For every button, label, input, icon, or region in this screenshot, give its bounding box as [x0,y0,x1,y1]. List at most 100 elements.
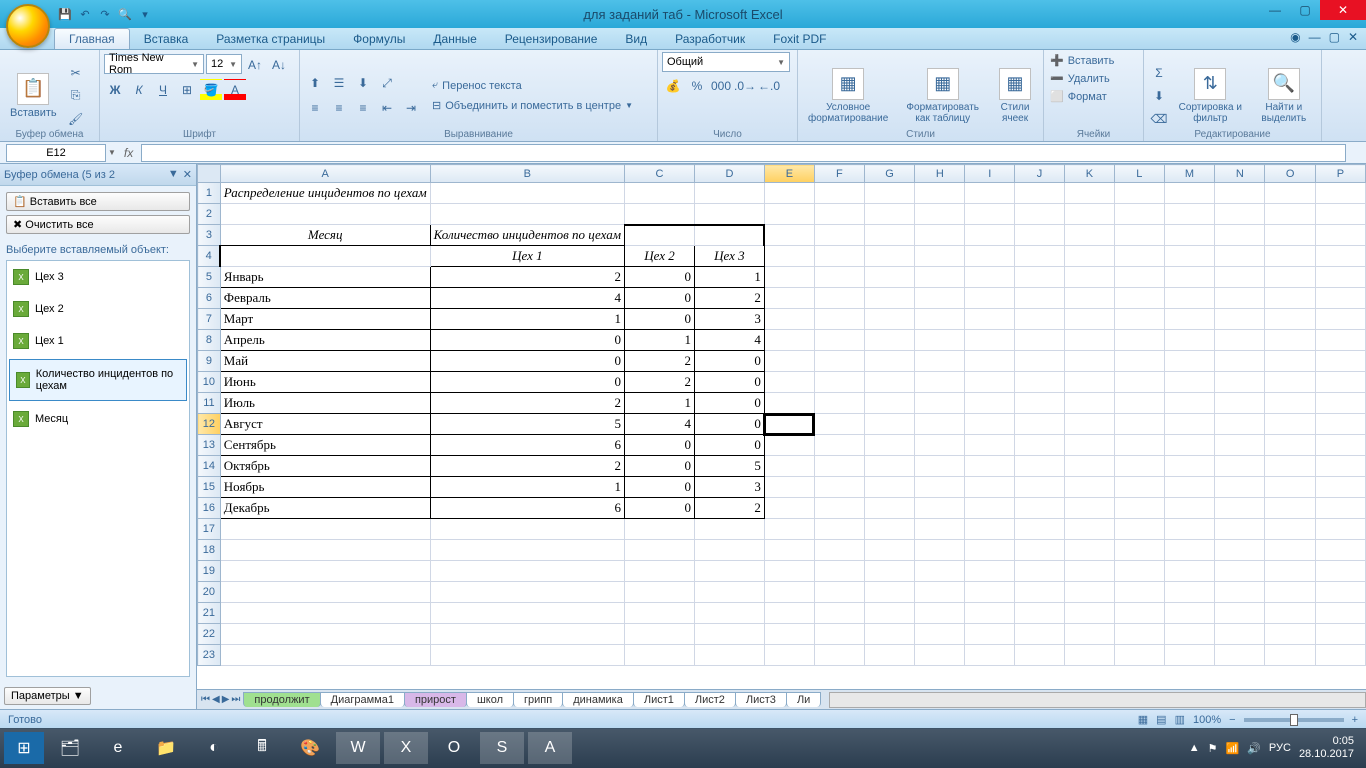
clip-item[interactable]: XМесяц [7,403,189,435]
cell[interactable] [764,330,814,351]
start-button[interactable]: ⊞ [4,732,44,764]
cell[interactable] [1114,225,1164,246]
cell[interactable]: 2 [694,288,764,309]
cell[interactable] [1114,204,1164,225]
cell[interactable] [625,183,695,204]
cell[interactable] [864,498,914,519]
cell[interactable] [965,372,1015,393]
sheet-tab[interactable]: Диаграмма1 [320,692,405,707]
cell[interactable] [864,645,914,666]
ribbon-tab[interactable]: Разметка страницы [202,29,339,49]
ribbon-tab[interactable]: Главная [54,28,130,49]
decrease-font-icon[interactable]: A↓ [268,54,290,76]
cell[interactable] [1315,414,1365,435]
cell[interactable] [1215,183,1265,204]
cell[interactable] [220,519,430,540]
cell[interactable] [915,456,965,477]
cell[interactable] [1114,498,1164,519]
autosum-icon[interactable]: Σ [1148,62,1170,84]
cell[interactable] [1015,414,1065,435]
cell[interactable] [915,582,965,603]
cell[interactable] [1315,351,1365,372]
cell[interactable] [220,582,430,603]
cell[interactable]: Месяц [220,225,430,246]
format-as-table-button[interactable]: ▦Форматировать как таблицу [896,66,989,126]
cell[interactable] [1064,183,1114,204]
cell[interactable] [1215,561,1265,582]
cell[interactable] [1215,414,1265,435]
cell[interactable]: Май [220,351,430,372]
cell[interactable]: 4 [694,330,764,351]
row-header[interactable]: 15 [198,477,221,498]
cell[interactable] [1164,603,1215,624]
cell[interactable] [864,582,914,603]
cell[interactable] [965,519,1015,540]
cell[interactable]: 0 [625,456,695,477]
cell[interactable] [430,582,624,603]
cell[interactable] [864,225,914,246]
cell[interactable] [965,246,1015,267]
cell[interactable] [965,477,1015,498]
cell[interactable] [814,372,864,393]
clip-pane-dropdown-icon[interactable]: ▼ [168,168,179,181]
cell[interactable] [1164,645,1215,666]
cell[interactable] [814,456,864,477]
cell[interactable] [1265,330,1315,351]
increase-decimal-icon[interactable]: .0→ [734,75,756,97]
office-button[interactable] [6,4,50,48]
cell[interactable] [1315,330,1365,351]
cell[interactable] [764,204,814,225]
taskbar-ie-icon[interactable]: e [96,732,140,764]
cell[interactable] [1015,435,1065,456]
cell[interactable]: Август [220,414,430,435]
cell[interactable] [1215,498,1265,519]
cell[interactable] [1064,204,1114,225]
border-icon[interactable]: ⊞ [176,79,198,101]
cell[interactable] [1265,477,1315,498]
taskbar-excel-icon[interactable]: X [384,732,428,764]
cell[interactable] [764,393,814,414]
cell[interactable] [694,582,764,603]
maximize-button[interactable]: ▢ [1290,0,1320,20]
cell[interactable] [1164,435,1215,456]
cell[interactable] [915,498,965,519]
taskbar-app[interactable]: 🗂 [48,732,92,764]
sheet-tab[interactable]: грипп [513,692,563,707]
cell[interactable] [814,288,864,309]
cell[interactable] [764,288,814,309]
cell[interactable] [814,246,864,267]
cell[interactable] [1265,372,1315,393]
cell[interactable] [814,414,864,435]
cell[interactable] [1315,561,1365,582]
undo-icon[interactable]: ↶ [76,5,94,23]
copy-icon[interactable]: ⎘ [65,85,87,107]
font-name-combo[interactable]: Times New Rom▼ [104,54,204,74]
cell[interactable] [1164,582,1215,603]
cell[interactable]: Цех 1 [430,246,624,267]
clip-item[interactable]: XЦех 2 [7,293,189,325]
cell[interactable] [1015,540,1065,561]
cell[interactable] [1265,393,1315,414]
cell[interactable] [1064,246,1114,267]
row-header[interactable]: 17 [198,519,221,540]
column-header[interactable]: B [430,165,624,183]
taskbar-app-icon[interactable]: ◐ [192,732,236,764]
cell[interactable]: 0 [430,330,624,351]
cell[interactable] [1114,267,1164,288]
cell[interactable] [625,603,695,624]
cell[interactable] [1265,246,1315,267]
cell[interactable] [1015,204,1065,225]
cell[interactable] [915,393,965,414]
minimize-ribbon-icon[interactable]: — [1309,30,1321,44]
cell[interactable] [1315,267,1365,288]
column-header[interactable]: D [694,165,764,183]
clip-pane-close-icon[interactable]: ✕ [183,168,192,181]
cell[interactable] [1215,624,1265,645]
cell[interactable]: Январь [220,267,430,288]
cell[interactable]: Апрель [220,330,430,351]
cell[interactable]: 5 [694,456,764,477]
cell[interactable]: Декабрь [220,498,430,519]
font-size-combo[interactable]: 12▼ [206,54,242,74]
cell[interactable] [1164,246,1215,267]
cell[interactable] [764,561,814,582]
